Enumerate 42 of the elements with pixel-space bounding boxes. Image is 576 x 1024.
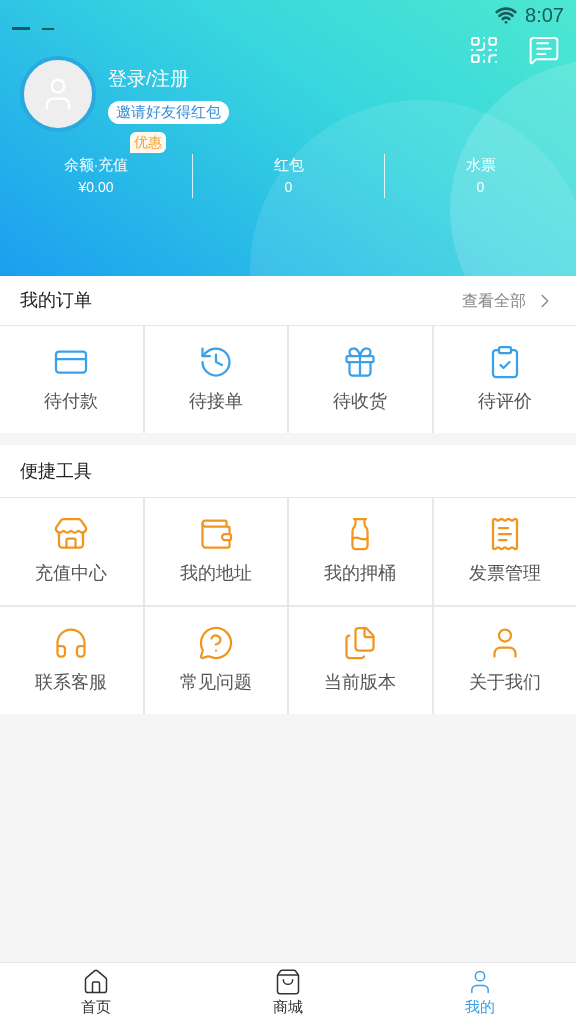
tab-item[interactable]: 首页 [0, 963, 192, 1024]
grid-item[interactable]: 常见问题 [144, 607, 287, 714]
grid-label: 我的押桶 [324, 562, 397, 585]
grid-label: 待收货 [333, 390, 388, 413]
grid-item[interactable]: 待付款 [0, 326, 143, 433]
grid-item[interactable]: 待接单 [144, 326, 287, 433]
grid-item[interactable]: 当前版本 [289, 607, 432, 714]
grid-item[interactable]: 充值中心 [0, 498, 143, 605]
grid-item[interactable]: 联系客服 [0, 607, 143, 714]
qr-code-icon[interactable] [468, 34, 500, 66]
message-icon[interactable] [528, 34, 560, 66]
grid-label: 充值中心 [35, 562, 108, 585]
store-icon [53, 516, 90, 552]
question-bubble-icon [197, 625, 234, 661]
grid-item[interactable]: 我的押桶 [289, 498, 432, 605]
status-time: 8:07 [525, 3, 564, 28]
grid-label: 常见问题 [179, 671, 252, 694]
grid-label: 发票管理 [468, 562, 541, 585]
grid-label: 待付款 [44, 390, 99, 413]
stat-value: 0 [284, 177, 293, 197]
grid-item[interactable]: 待评价 [433, 326, 576, 433]
invite-pill[interactable]: 邀请好友得红包 [108, 101, 229, 124]
grid-label: 当前版本 [324, 671, 397, 694]
notification-icon [12, 27, 30, 30]
section-title: 便捷工具 [20, 459, 92, 483]
bag-icon [274, 968, 302, 997]
grid-label: 我的地址 [179, 562, 252, 585]
wifi-icon [495, 4, 518, 26]
grid-label: 关于我们 [468, 671, 541, 694]
grid-item[interactable]: 我的地址 [144, 498, 287, 605]
tab-item[interactable]: 商城 [192, 963, 384, 1024]
grid-label: 待接单 [188, 390, 243, 413]
view-all-link[interactable]: 查看全部 [462, 288, 556, 313]
stat-value: 0 [476, 177, 485, 197]
grid-item[interactable]: 关于我们 [433, 607, 576, 714]
grid-item[interactable]: 发票管理 [433, 498, 576, 605]
grid-label: 联系客服 [35, 671, 108, 694]
grid-item[interactable]: 待收货 [289, 326, 432, 433]
promo-badge: 优惠 [130, 132, 166, 153]
section-title: 我的订单 [20, 289, 92, 312]
stat-value: ¥0.00 [78, 177, 114, 197]
grid-label: 待评价 [477, 390, 532, 413]
